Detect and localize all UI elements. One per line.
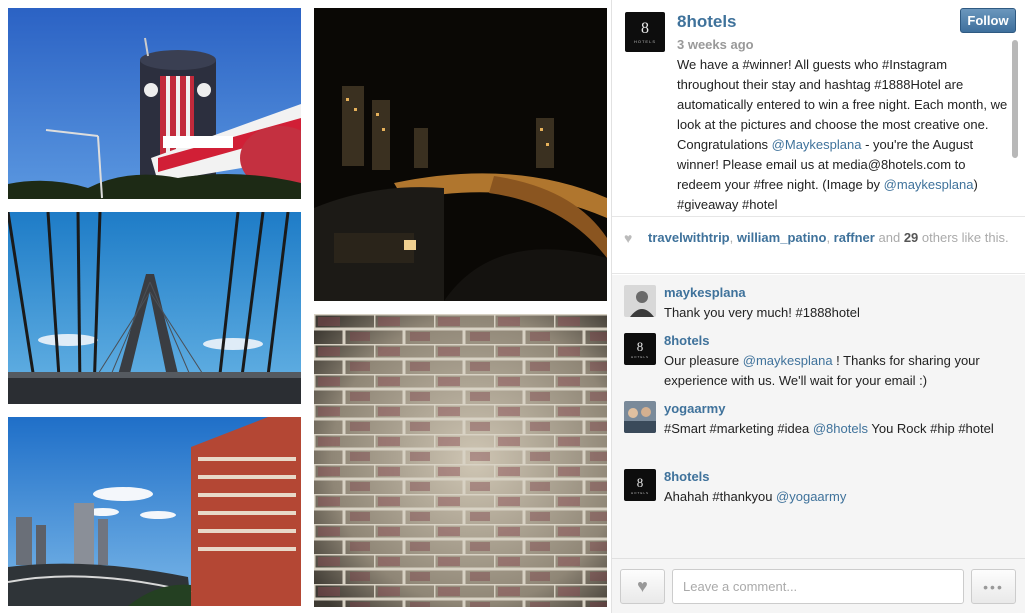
post-timestamp: 3 weeks ago	[677, 37, 754, 52]
follow-button[interactable]: Follow	[960, 8, 1016, 33]
commenter-avatar[interactable]: 8 HOTELS	[624, 333, 656, 365]
mention-link[interactable]: @maykesplana	[884, 177, 974, 192]
commenter-username[interactable]: maykesplana	[664, 285, 746, 300]
mention-link[interactable]: @8hotels	[813, 421, 868, 436]
liker-username[interactable]: raffner	[834, 230, 875, 245]
mention-link[interactable]: @Maykesplana	[772, 137, 862, 152]
heart-icon: ♥	[624, 230, 633, 246]
liker-username[interactable]: william_patino	[737, 230, 827, 245]
post-detail-panel: 8 HOTELS 8hotels 3 weeks ago Follow We h…	[611, 0, 1025, 613]
author-avatar[interactable]: 8 HOTELS	[625, 12, 665, 52]
comment-footer: ♥ •••	[612, 558, 1025, 613]
comment-text-segment: #Smart #marketing #idea	[664, 421, 813, 436]
commenter-avatar[interactable]	[624, 401, 656, 433]
avatar-logo-number: 8	[636, 338, 644, 354]
commenter-avatar[interactable]: 8 HOTELS	[624, 469, 656, 501]
more-options-button[interactable]: •••	[971, 569, 1016, 604]
comment-text: Thank you very much! #1888hotel	[664, 303, 1009, 323]
comment-text-segment: Our pleasure	[664, 353, 743, 368]
comment-text: #Smart #marketing #idea @8hotels You Roc…	[664, 419, 1009, 439]
comment-text-segment: You Rock #hip #hotel	[867, 421, 994, 436]
comment-input[interactable]	[672, 569, 964, 604]
photo-brick-wall[interactable]	[314, 314, 607, 607]
commenter-username[interactable]: yogaarmy	[664, 401, 725, 416]
commenter-username[interactable]: 8hotels	[664, 469, 710, 484]
post-header: 8 HOTELS 8hotels 3 weeks ago Follow We h…	[612, 0, 1025, 216]
likes-suffix: others like this.	[921, 230, 1009, 245]
comment-text-segment: Ahahah #thankyou	[664, 489, 777, 504]
commenter-username[interactable]: 8hotels	[664, 333, 710, 348]
caption-scrollbar[interactable]	[1012, 40, 1018, 158]
likes-count[interactable]: 29	[904, 230, 918, 245]
comment-text-segment: Thank you very much! #1888hotel	[664, 305, 860, 320]
avatar-logo-text: HOTELS	[633, 38, 656, 44]
avatar-logo-text: HOTELS	[630, 490, 649, 495]
likes-summary: travelwithtrip, william_patino, raffner …	[648, 230, 1009, 245]
author-username[interactable]: 8hotels	[677, 12, 737, 32]
commenter-avatar[interactable]	[624, 285, 656, 317]
heart-icon: ♥	[637, 576, 648, 596]
photo-bridge[interactable]	[8, 212, 301, 404]
post-caption: We have a #winner! All guests who #Insta…	[677, 55, 1012, 215]
comment-text: Ahahah #thankyou @yogaarmy	[664, 487, 1009, 507]
like-button[interactable]: ♥	[620, 569, 665, 604]
photo-city-building[interactable]	[8, 417, 301, 606]
avatar-logo-number: 8	[636, 474, 644, 490]
comment-text: Our pleasure @maykesplana ! Thanks for s…	[664, 351, 1009, 391]
mention-link[interactable]: @maykesplana	[743, 353, 833, 368]
photo-night-freeway[interactable]	[314, 8, 607, 301]
avatar-logo-number: 8	[641, 19, 649, 37]
avatar-logo-text: HOTELS	[630, 354, 649, 359]
comments-list: maykesplana Thank you very much! #1888ho…	[612, 275, 1025, 558]
liker-username[interactable]: travelwithtrip	[648, 230, 730, 245]
photo-clock-tower[interactable]	[8, 8, 301, 199]
mention-link[interactable]: @yogaarmy	[776, 489, 846, 504]
photo-collage	[0, 0, 611, 613]
likes-bar: ♥ travelwithtrip, william_patino, raffne…	[612, 216, 1025, 274]
likes-and-text: and	[878, 230, 901, 245]
